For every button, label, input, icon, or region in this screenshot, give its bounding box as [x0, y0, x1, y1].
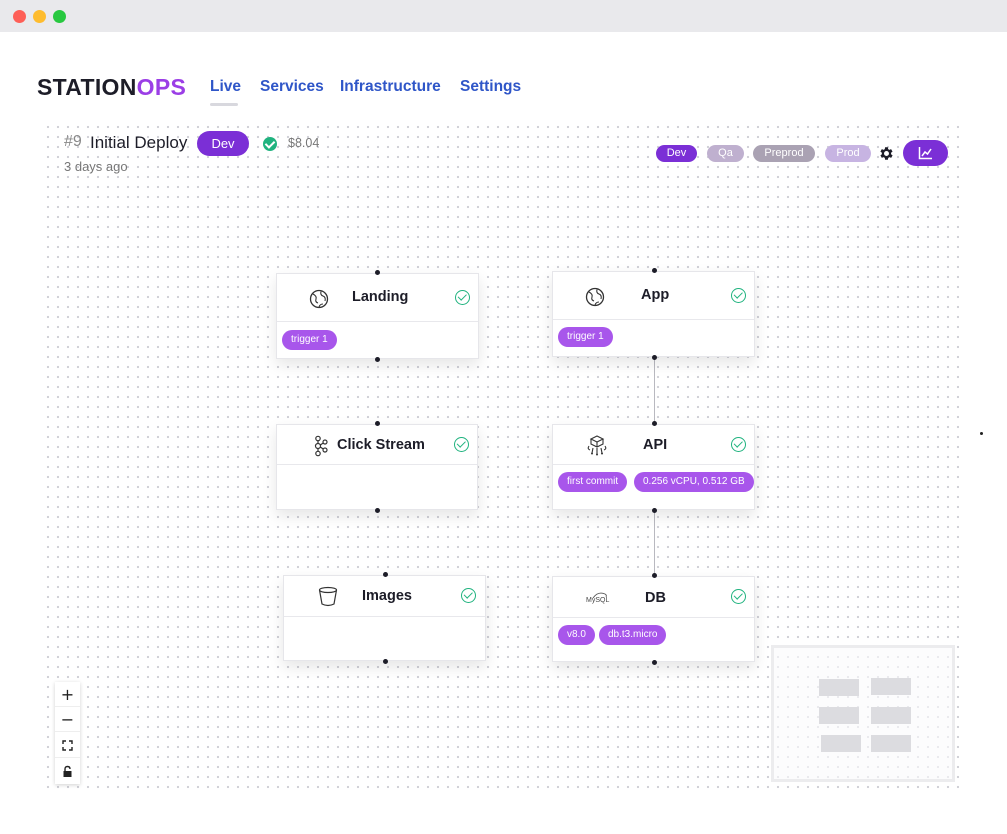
minimize-window-button[interactable] — [33, 10, 46, 23]
bucket-icon — [318, 586, 338, 607]
node-header: MySQL DB — [553, 577, 754, 618]
globe-icon — [309, 289, 329, 309]
tab-infrastructure[interactable]: Infrastructure — [340, 78, 441, 96]
node-port-out[interactable] — [375, 508, 380, 513]
status-check-icon — [731, 589, 746, 604]
node-header: Images — [284, 576, 485, 617]
lock-icon — [63, 765, 72, 777]
status-check-icon — [455, 290, 470, 305]
node-port-out[interactable] — [652, 660, 657, 665]
logo-text-station: STATION — [37, 74, 137, 100]
minimap-node — [871, 678, 911, 695]
dolphin-shape — [592, 592, 607, 599]
deploy-cost: $8.04 — [288, 136, 320, 150]
canvas-marker — [980, 432, 983, 435]
zoom-out-button[interactable]: − — [55, 707, 80, 732]
node-port-in[interactable] — [652, 421, 657, 426]
node-port-out[interactable] — [652, 508, 657, 513]
fit-view-button[interactable] — [55, 733, 80, 758]
node-click-stream[interactable]: Click Stream — [276, 424, 478, 510]
node-title: Landing — [352, 289, 409, 305]
maximize-window-button[interactable] — [53, 10, 66, 23]
node-db[interactable]: MySQL DB v8.0 db.t3.micro — [552, 576, 755, 662]
active-tab-indicator — [210, 103, 238, 106]
node-tag: 0.256 vCPU, 0.512 GB — [634, 472, 754, 492]
minimap-node — [819, 679, 859, 696]
deploy-success-icon — [263, 137, 277, 151]
status-check-icon — [461, 588, 476, 603]
node-title: API — [643, 437, 668, 453]
edge-api-db — [654, 511, 655, 575]
node-header: Click Stream — [277, 425, 477, 465]
node-port-in[interactable] — [652, 573, 657, 578]
node-title: App — [641, 287, 670, 303]
node-header: App — [553, 272, 754, 320]
fit-view-icon — [62, 740, 73, 751]
node-header: API — [553, 425, 754, 465]
tab-services[interactable]: Services — [260, 78, 324, 96]
lock-button[interactable] — [55, 759, 80, 784]
node-tag: db.t3.micro — [599, 625, 667, 645]
zoom-in-button[interactable]: + — [55, 682, 80, 707]
window-titlebar — [0, 0, 1007, 32]
minimap-node — [821, 735, 861, 752]
node-tag: trigger 1 — [558, 327, 613, 347]
close-window-button[interactable] — [13, 10, 26, 23]
status-check-icon — [731, 437, 746, 452]
minimap-node — [819, 707, 859, 724]
node-title: DB — [645, 590, 666, 606]
mysql-icon: MySQL — [586, 591, 610, 609]
app-window: STATIONOPS Live Services Infrastructure … — [0, 0, 1007, 834]
node-port-out[interactable] — [652, 355, 657, 360]
node-port-in[interactable] — [652, 268, 657, 273]
minimap-node — [871, 735, 911, 752]
env-chip-dev[interactable]: Dev — [656, 145, 697, 162]
deploy-time: 3 days ago — [64, 159, 128, 174]
status-check-icon — [731, 288, 746, 303]
node-api[interactable]: API first commit 0.256 vCPU, 0.512 GB — [552, 424, 755, 510]
metrics-button[interactable] — [903, 140, 948, 166]
node-images[interactable]: Images — [283, 575, 486, 661]
env-chip-prod[interactable]: Prod — [825, 145, 871, 162]
node-title: Images — [362, 588, 412, 604]
gear-icon[interactable] — [878, 145, 895, 162]
node-port-in[interactable] — [375, 270, 380, 275]
node-landing[interactable]: Landing trigger 1 — [276, 273, 479, 359]
status-check-icon — [454, 437, 469, 452]
env-chip-preprod[interactable]: Preprod — [753, 145, 815, 162]
node-app[interactable]: App trigger 1 — [552, 271, 755, 357]
chart-icon — [918, 147, 932, 160]
kafka-icon — [314, 435, 328, 457]
brand-logo[interactable]: STATIONOPS — [37, 74, 186, 101]
node-tag: first commit — [558, 472, 628, 492]
node-tag: v8.0 — [558, 625, 595, 645]
logo-text-ops: OPS — [136, 74, 187, 100]
node-title: Click Stream — [337, 437, 425, 453]
deploy-env-badge[interactable]: Dev — [197, 131, 249, 156]
env-chip-qa[interactable]: Qa — [707, 145, 744, 162]
node-port-out[interactable] — [383, 659, 388, 664]
node-tag: trigger 1 — [282, 330, 337, 350]
globe-icon — [585, 287, 605, 307]
deploy-title: Initial Deploy — [90, 133, 188, 152]
tab-live[interactable]: Live — [210, 78, 241, 96]
node-port-out[interactable] — [375, 357, 380, 362]
node-port-in[interactable] — [383, 572, 388, 577]
tab-settings[interactable]: Settings — [460, 78, 521, 96]
container-icon — [587, 435, 607, 456]
node-header: Landing — [277, 274, 478, 322]
minimap[interactable] — [771, 645, 955, 782]
edge-app-api — [654, 359, 655, 424]
minimap-node — [871, 707, 911, 724]
deploy-number: #9 — [64, 133, 82, 150]
node-port-in[interactable] — [375, 421, 380, 426]
canvas-controls: + − — [55, 682, 80, 784]
